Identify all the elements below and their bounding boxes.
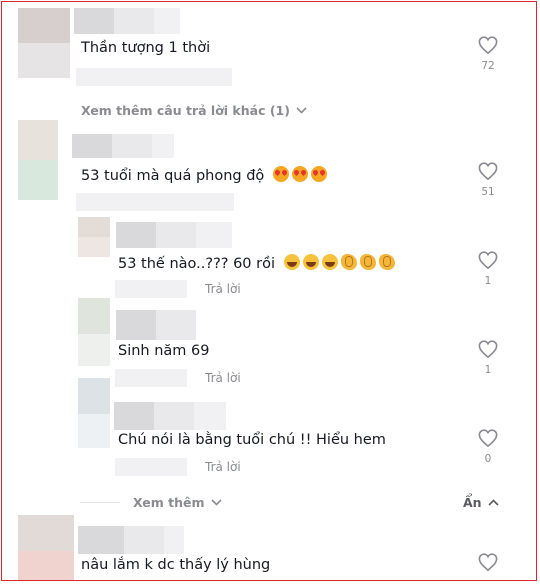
comment-text: 53 tuổi mà quá phong độ: [81, 166, 330, 184]
heart-icon: [478, 251, 498, 269]
view-more-button[interactable]: Xem thêm: [133, 495, 222, 510]
avatar[interactable]: [78, 217, 110, 257]
like-button[interactable]: 0: [471, 429, 505, 465]
avatar[interactable]: [18, 8, 70, 78]
comment-meta-blurred: [76, 68, 232, 86]
avatar[interactable]: [78, 298, 110, 366]
laughing-emoji: [283, 254, 300, 270]
heart-eyes-emoji: [310, 166, 327, 182]
username-blurred[interactable]: [156, 310, 196, 340]
reply-meta-blurred: [115, 458, 187, 476]
reply-link[interactable]: Trả lời: [205, 371, 241, 385]
like-count: 72: [481, 60, 495, 72]
screenshot-frame: [1, 1, 537, 581]
username-blurred[interactable]: [116, 310, 156, 340]
reply-text: Chú nói là bằng tuổi chú !! Hiểu hem: [118, 432, 386, 448]
view-more-label: Xem thêm: [133, 495, 205, 510]
chevron-down-icon: [210, 499, 222, 506]
heart-icon: [478, 429, 498, 447]
like-button[interactable]: 72: [471, 36, 505, 72]
heart-eyes-emoji: [272, 166, 289, 182]
reply-link[interactable]: Trả lời: [205, 282, 241, 296]
username-blurred[interactable]: [154, 8, 180, 34]
laughing-emoji: [321, 254, 338, 270]
username-blurred[interactable]: [164, 526, 184, 554]
avatar[interactable]: [78, 378, 110, 448]
username-blurred[interactable]: [154, 402, 194, 430]
username-blurred[interactable]: [194, 402, 226, 430]
like-count: 1: [484, 364, 492, 376]
username-blurred[interactable]: [78, 526, 124, 554]
like-button[interactable]: 1: [471, 251, 505, 287]
heart-icon: [478, 36, 498, 54]
comment-text: Thần tượng 1 thời: [81, 40, 211, 56]
laughing-emoji: [302, 254, 319, 270]
like-count: 1: [484, 275, 492, 287]
reply-text-content: 53 thế nào..??? 60 rồi: [118, 256, 275, 272]
heart-icon: [478, 553, 498, 571]
heart-icon: [478, 340, 498, 358]
hide-button[interactable]: Ẩn: [463, 495, 499, 510]
chevron-up-icon: [488, 499, 499, 506]
comment-meta-blurred: [76, 193, 234, 211]
divider: [80, 502, 120, 503]
reply-text: 53 thế nào..??? 60 rồi: [118, 254, 398, 272]
username-blurred[interactable]: [114, 8, 154, 34]
username-blurred[interactable]: [72, 134, 112, 158]
like-button[interactable]: 1: [471, 340, 505, 376]
username-blurred[interactable]: [124, 526, 164, 554]
avatar[interactable]: [18, 120, 58, 200]
username-blurred[interactable]: [74, 8, 114, 34]
username-blurred[interactable]: [114, 402, 154, 430]
clapping-emoji: [378, 254, 395, 270]
reply-text: Sinh năm 69: [118, 343, 210, 359]
like-count: 0: [484, 453, 492, 465]
username-blurred[interactable]: [112, 134, 152, 158]
like-count: 51: [481, 186, 495, 198]
reply-link[interactable]: Trả lời: [205, 460, 241, 474]
like-button[interactable]: [471, 553, 505, 571]
username-blurred[interactable]: [116, 222, 156, 248]
username-blurred[interactable]: [156, 222, 196, 248]
avatar[interactable]: [18, 515, 74, 580]
comment-text: nâu lắm k dc thấy lý hùng: [81, 557, 271, 573]
like-button[interactable]: 51: [471, 162, 505, 198]
view-more-replies-label: Xem thêm câu trả lời khác (1): [81, 103, 290, 118]
heart-eyes-emoji: [291, 166, 308, 182]
hide-label: Ẩn: [463, 495, 482, 510]
comment-text-content: 53 tuổi mà quá phong độ: [81, 168, 265, 184]
clapping-emoji: [340, 254, 357, 270]
clapping-emoji: [359, 254, 376, 270]
reply-meta-blurred: [115, 280, 187, 298]
heart-icon: [478, 162, 498, 180]
view-more-replies-button[interactable]: Xem thêm câu trả lời khác (1): [81, 103, 307, 118]
username-blurred[interactable]: [152, 134, 174, 158]
reply-meta-blurred: [115, 369, 187, 387]
chevron-down-icon: [296, 107, 307, 114]
username-blurred[interactable]: [196, 222, 232, 248]
